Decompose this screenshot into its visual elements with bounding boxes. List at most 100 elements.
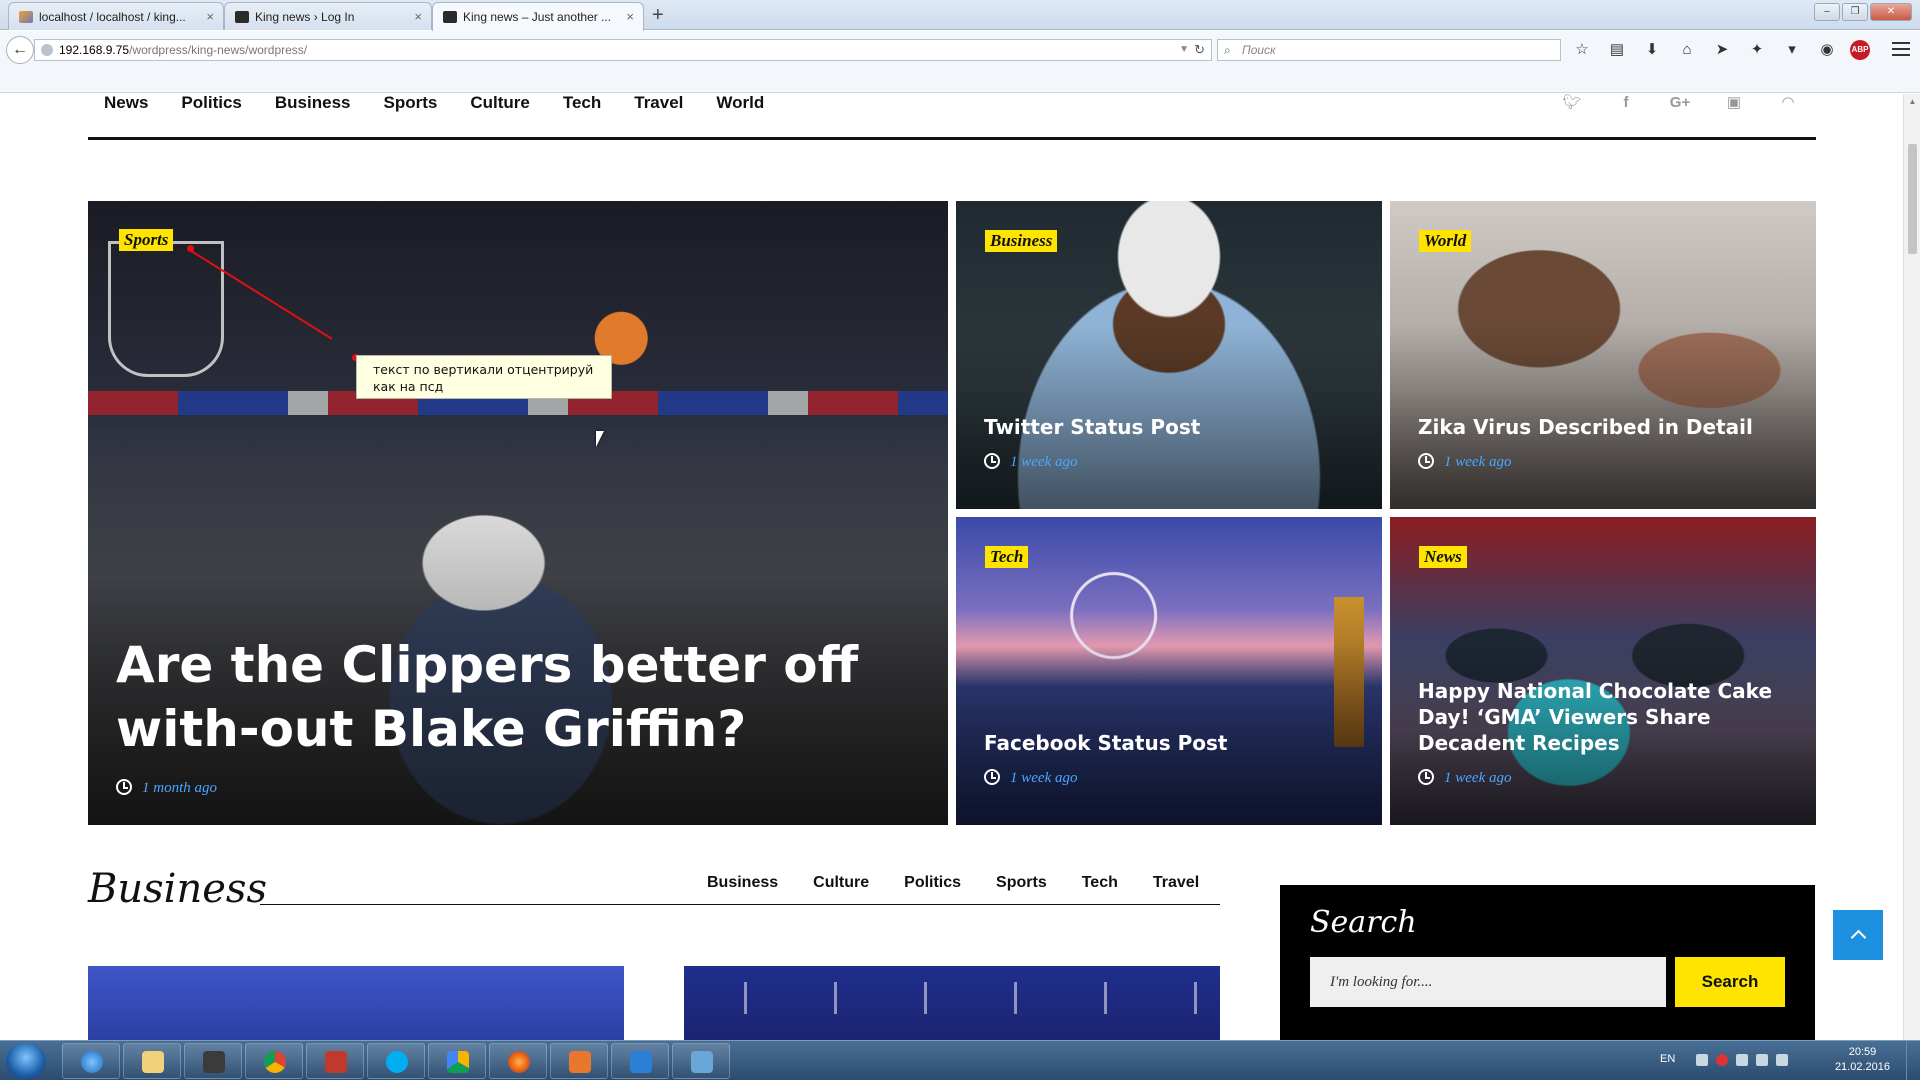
post-time[interactable]: 1 month ago [142,780,217,796]
browser-tab[interactable]: King news › Log In × [224,2,432,30]
post-title[interactable]: Facebook Status Post [984,730,1364,756]
youtube-icon[interactable]: ▣ [1722,94,1746,112]
post-title[interactable]: Happy National Chocolate Cake Day! ‘GMA’… [1418,678,1798,756]
nav-item-business[interactable]: Business [275,94,351,112]
start-button[interactable] [6,1043,46,1079]
url-bar[interactable]: 192.168.9.75/wordpress/king-news/wordpre… [34,39,1212,61]
taskbar-app-skype[interactable] [367,1043,425,1079]
extension-icon[interactable]: ✦ [1745,39,1769,61]
section-tab-sports[interactable]: Sports [996,874,1047,892]
section-tab-tech[interactable]: Tech [1082,874,1118,892]
nav-item-travel[interactable]: Travel [634,94,683,112]
nav-item-culture[interactable]: Culture [470,94,530,112]
sublime-text-icon [203,1051,225,1073]
post-thumbnail[interactable] [684,966,1220,1040]
nav-item-tech[interactable]: Tech [563,94,601,112]
section-tab-politics[interactable]: Politics [904,874,961,892]
language-indicator[interactable]: EN [1660,1053,1675,1065]
menu-icon[interactable] [1892,42,1910,56]
taskbar-app-chrome[interactable] [245,1043,303,1079]
social-links: 🐦︎ f G+ ▣ ◠ [1560,94,1800,112]
nav-item-sports[interactable]: Sports [383,94,437,112]
section-tab-culture[interactable]: Culture [813,874,869,892]
adblock-icon[interactable]: ABP [1850,40,1870,60]
folder-icon [142,1051,164,1073]
close-tab-icon[interactable]: × [626,3,634,31]
chat-icon[interactable]: ◉ [1815,39,1839,61]
featured-post[interactable]: World Zika Virus Described in Detail 1 w… [1390,201,1816,509]
close-tab-icon[interactable]: × [206,3,214,30]
facebook-icon[interactable]: f [1614,94,1638,112]
featured-post[interactable]: Business Twitter Status Post 1 week ago [956,201,1382,509]
page-scrollbar[interactable]: ▲ [1903,94,1920,1040]
taskbar-app-control-panel[interactable] [672,1043,730,1079]
nav-item-news[interactable]: News [104,94,148,112]
clock-date: 21.02.2016 [1834,1061,1890,1073]
site-info-icon[interactable] [41,44,53,56]
rss-icon[interactable]: ◠ [1776,94,1800,112]
category-badge[interactable]: Business [985,230,1058,252]
download-icon[interactable]: ⬇ [1640,39,1664,61]
dropdown-icon[interactable]: ▾ [1780,39,1804,61]
google-drive-icon [447,1051,469,1073]
reload-icon[interactable]: ↻ [1194,40,1205,60]
clock[interactable]: 20:59 21.02.2016 [1835,1045,1890,1075]
category-badge[interactable]: Sports [119,229,174,251]
google-plus-icon[interactable]: G+ [1668,94,1692,112]
scroll-to-top-button[interactable] [1833,910,1883,960]
post-title[interactable]: Zika Virus Described in Detail [1418,414,1798,440]
restore-button[interactable]: ❐ [1842,3,1868,21]
network-icon[interactable] [1736,1054,1748,1066]
bookmarks-list-icon[interactable]: ▤ [1605,39,1629,61]
browser-tab-active[interactable]: King news – Just another ... × [432,2,644,31]
minimize-button[interactable]: ‒ [1814,3,1840,21]
home-icon[interactable]: ⌂ [1675,39,1699,61]
close-tab-icon[interactable]: × [414,3,422,30]
show-desktop-button[interactable] [1906,1041,1920,1080]
taskbar-app-drive[interactable] [428,1043,486,1079]
twitter-icon[interactable]: 🐦︎ [1560,94,1584,112]
send-icon[interactable]: ➤ [1710,39,1734,61]
nav-item-world[interactable]: World [716,94,764,112]
featured-post-main[interactable]: Sports Are the Clippers better off with-… [88,201,948,825]
volume-icon[interactable] [1756,1054,1768,1066]
post-time[interactable]: 1 week ago [1444,454,1511,470]
post-title[interactable]: Twitter Status Post [984,414,1364,440]
bookmark-star-icon[interactable]: ☆ [1570,39,1594,61]
taskbar-app-ie[interactable] [62,1043,120,1079]
new-tab-button[interactable]: + [652,3,664,27]
taskbar-app-explorer[interactable] [123,1043,181,1079]
section-tab-travel[interactable]: Travel [1153,874,1199,892]
nav-item-politics[interactable]: Politics [181,94,241,112]
url-dropdown-icon[interactable]: ▼ [1179,40,1189,60]
taskbar-app-outlook[interactable] [550,1043,608,1079]
taskbar-app-sublime[interactable] [184,1043,242,1079]
browser-tab[interactable]: localhost / localhost / king... × [8,2,224,30]
taskbar-app-xcv[interactable] [306,1043,364,1079]
search-input[interactable] [1310,957,1666,1007]
category-badge[interactable]: World [1419,230,1472,252]
search-button[interactable]: Search [1675,957,1785,1007]
taskbar-app-s[interactable] [611,1043,669,1079]
category-badge[interactable]: News [1419,546,1467,568]
back-button[interactable]: ← [6,36,34,64]
scroll-thumb[interactable] [1908,144,1917,254]
post-thumbnail[interactable] [88,966,624,1040]
post-title[interactable]: Are the Clippers better off with-out Bla… [116,633,916,761]
post-time[interactable]: 1 week ago [1010,770,1077,786]
post-time[interactable]: 1 week ago [1010,454,1077,470]
featured-post[interactable]: News Happy National Chocolate Cake Day! … [1390,517,1816,825]
browser-search-input[interactable]: ⌕ Поиск [1217,39,1561,61]
action-center-icon[interactable] [1776,1054,1788,1066]
antivirus-icon[interactable] [1716,1054,1728,1066]
section-tab-business[interactable]: Business [707,874,778,892]
nav-links: News Politics Business Sports Culture Te… [104,94,764,112]
section-title: Business [88,866,267,912]
featured-post[interactable]: Tech Facebook Status Post 1 week ago [956,517,1382,825]
category-badge[interactable]: Tech [985,546,1029,568]
taskbar-app-firefox[interactable] [489,1043,547,1079]
close-window-button[interactable]: ✕ [1870,3,1912,21]
show-hidden-icons-icon[interactable] [1696,1054,1708,1066]
scroll-up-arrow-icon[interactable]: ▲ [1904,94,1920,110]
post-time[interactable]: 1 week ago [1444,770,1511,786]
